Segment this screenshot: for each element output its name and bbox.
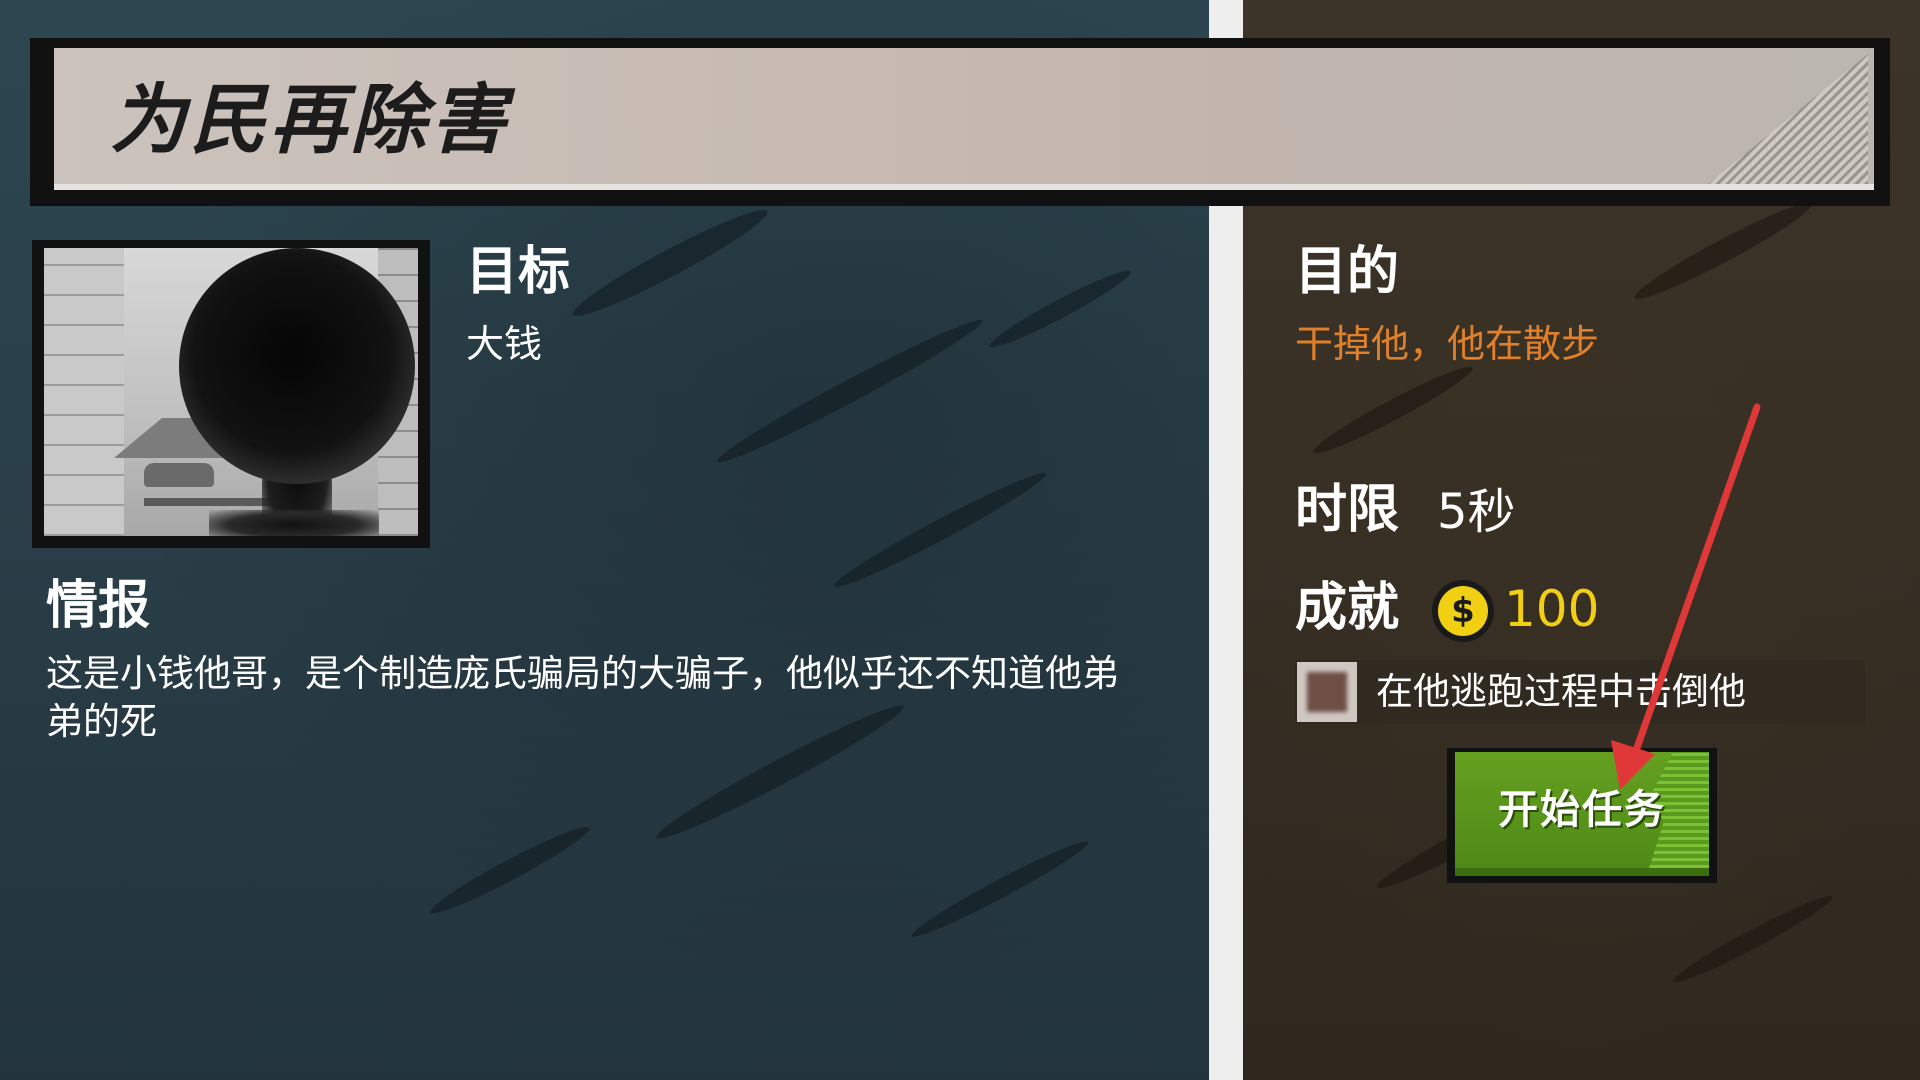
objective-text: 干掉他，他在散步: [1295, 322, 1600, 366]
texture-streak: [907, 834, 1093, 944]
start-button-face: 开始任务: [1455, 752, 1709, 876]
mission-title-plate: 为民再除害: [54, 48, 1874, 190]
texture-streak: [985, 263, 1135, 355]
texture-streak: [1308, 358, 1478, 462]
start-mission-button[interactable]: 开始任务: [1447, 748, 1717, 883]
target-portrait: [32, 240, 430, 548]
target-silhouette-image: [44, 248, 418, 536]
texture-streak: [829, 464, 1051, 596]
target-label: 目标: [466, 242, 571, 302]
intel-label: 情报: [46, 576, 151, 636]
coin-icon: $: [1432, 580, 1494, 642]
texture-streak: [1669, 888, 1837, 990]
checkbox-fill: [1307, 672, 1347, 712]
objective-label: 目的: [1295, 242, 1400, 302]
intel-text: 这是小钱他哥，是个制造庞氏骗局的大骗子，他似乎还不知道他弟弟的死: [46, 652, 1119, 743]
time-limit-value: 5秒: [1437, 484, 1516, 540]
bonus-objective-text: 在他逃跑过程中击倒他: [1376, 670, 1746, 713]
achievement-label: 成就: [1295, 578, 1400, 638]
reward-value: 100: [1504, 580, 1600, 638]
start-button-label: 开始任务: [1498, 788, 1666, 832]
mission-briefing-screen: 为民再除害 目标 大钱 情报 这是小钱他哥，是个制造庞氏骗局的大骗子，他似乎还不…: [0, 0, 1920, 1080]
texture-streak: [566, 199, 774, 327]
portrait-building-left: [44, 248, 124, 536]
mission-title: 为民再除害: [110, 75, 510, 164]
time-limit-label: 时限: [1295, 480, 1400, 540]
title-corner-stripes: [1708, 54, 1868, 184]
target-name: 大钱: [466, 322, 543, 366]
texture-streak: [1629, 194, 1817, 308]
texture-streak: [425, 818, 595, 922]
texture-streak: [712, 310, 988, 472]
coin-symbol: $: [1438, 586, 1488, 636]
silhouette-shoulders: [209, 510, 379, 536]
bonus-objective-checkbox[interactable]: [1297, 662, 1357, 722]
portrait-car: [144, 463, 214, 487]
silhouette-head: [179, 248, 415, 484]
mission-title-banner: 为民再除害: [30, 38, 1890, 206]
